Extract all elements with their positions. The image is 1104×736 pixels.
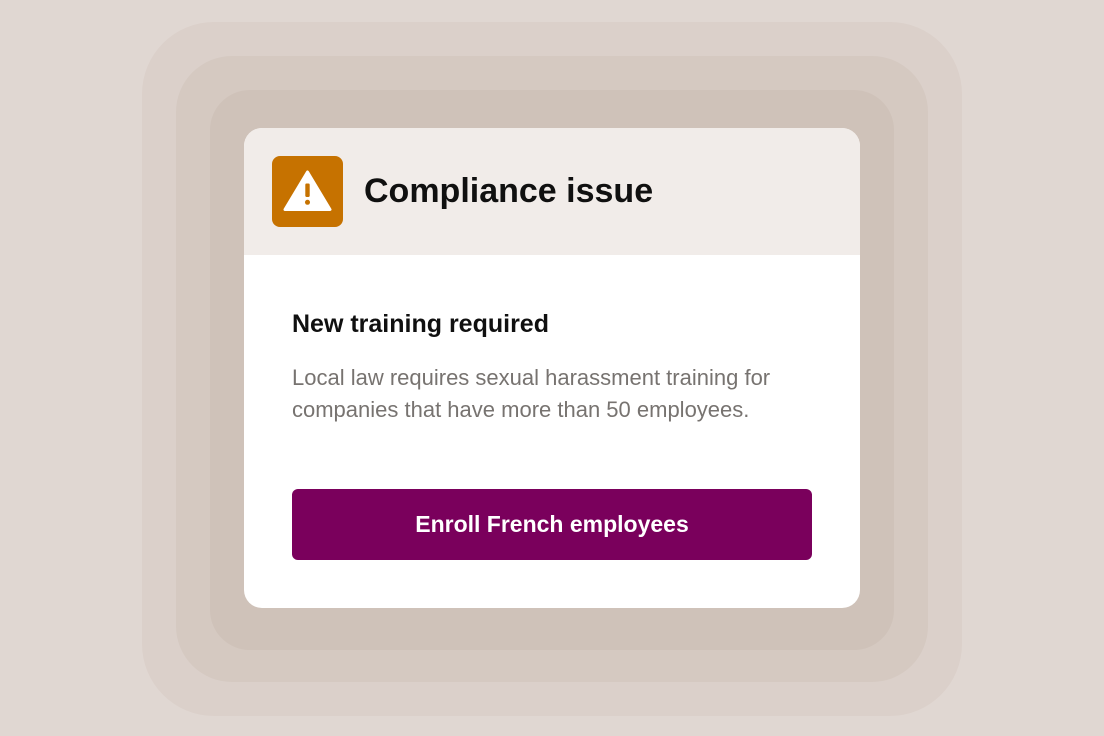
alert-title: Compliance issue [364, 172, 654, 210]
alert-header: Compliance issue [244, 128, 860, 255]
warning-triangle-icon [283, 170, 332, 211]
notice-description: Local law requires sexual harassment tra… [292, 365, 771, 422]
compliance-alert-card: Compliance issue New training required L… [244, 128, 860, 608]
enroll-french-employees-button[interactable]: Enroll French employees [292, 489, 812, 560]
warning-badge [272, 156, 343, 227]
notice-heading: New training required [292, 310, 549, 338]
